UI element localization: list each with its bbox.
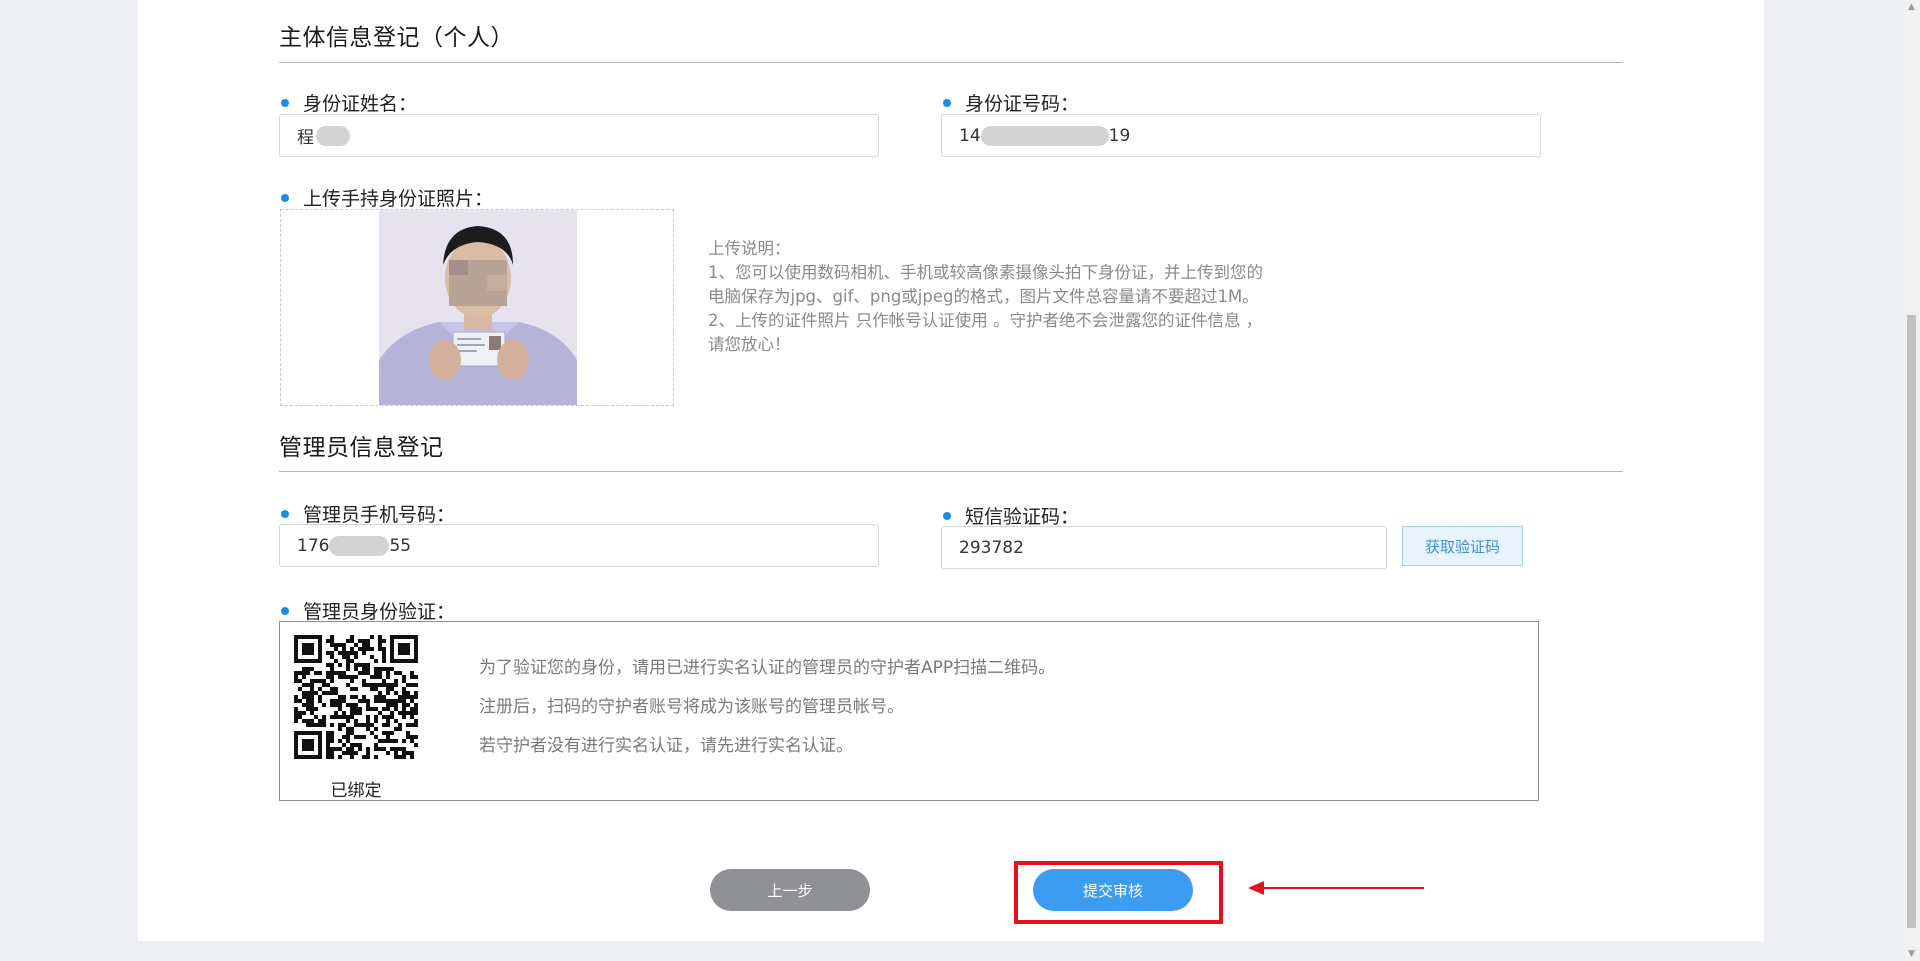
qr-bind-status: 已绑定: [330, 781, 382, 801]
upload-note-line: 电脑保存为jpg、gif、png或jpeg的格式，图片文件总容量请不要超过1M。: [708, 287, 1259, 306]
submit-highlight-box: [1014, 861, 1223, 924]
upload-note-line: 上传说明：: [708, 239, 791, 258]
photo-label: 上传手持身份证照片：: [303, 188, 494, 210]
admin-verify-box: 已绑定 为了验证您的身份，请用已进行实名认证的管理员的守护者APP扫描二维码。 …: [279, 621, 1539, 801]
redaction-blur: [980, 125, 1109, 146]
bullet-dot-icon: [943, 98, 951, 107]
upload-instructions: 上传说明： 1、您可以使用数码相机、手机或较高像素摄像头拍下身份证，并上传到您的…: [708, 237, 1328, 357]
photo-upload-box[interactable]: [280, 209, 674, 406]
scroll-up-icon[interactable]: ▲: [1903, 0, 1920, 14]
admin-divider: [279, 471, 1623, 472]
qr-code-icon[interactable]: [294, 635, 418, 759]
redaction-blur: [329, 535, 390, 556]
id-number-label: 身份证号码：: [965, 93, 1080, 115]
get-sms-code-button[interactable]: 获取验证码: [1402, 526, 1523, 566]
subject-section-title: 主体信息登记（个人）: [279, 25, 514, 51]
admin-phone-input[interactable]: 176 55: [279, 524, 879, 567]
bullet-dot-icon: [281, 509, 289, 518]
vertical-scrollbar[interactable]: ▲ ▼: [1903, 0, 1920, 961]
bullet-dot-icon: [943, 511, 951, 520]
id-name-label: 身份证姓名：: [303, 93, 418, 115]
scroll-down-icon[interactable]: ▼: [1903, 947, 1920, 961]
admin-verify-label-row: 管理员身份验证：: [281, 597, 455, 624]
bullet-dot-icon: [281, 606, 289, 615]
sms-code-value: 293782: [959, 537, 1024, 558]
bullet-dot-icon: [281, 98, 289, 107]
subject-divider: [279, 62, 1623, 63]
id-name-value: 程: [297, 128, 314, 148]
admin-verify-label: 管理员身份验证：: [303, 601, 456, 623]
id-number-input[interactable]: 14 19: [941, 114, 1541, 157]
id-name-label-row: 身份证姓名：: [281, 89, 417, 116]
scroll-thumb[interactable]: [1907, 315, 1916, 928]
id-number-suffix: 19: [1108, 125, 1131, 146]
verify-instruction-line: 若守护者没有进行实名认证，请先进行实名认证。: [479, 736, 853, 756]
verify-instruction-line: 为了验证您的身份，请用已进行实名认证的管理员的守护者APP扫描二维码。: [479, 658, 1056, 678]
verify-instruction-line: 注册后，扫码的守护者账号将成为该账号的管理员帐号。: [479, 697, 904, 717]
admin-phone-label: 管理员手机号码：: [303, 504, 456, 526]
redaction-blur: [316, 125, 350, 146]
bullet-dot-icon: [281, 193, 289, 202]
qr-code-graphic: [294, 635, 418, 759]
admin-phone-suffix: 55: [389, 535, 412, 556]
previous-step-button[interactable]: 上一步: [710, 869, 870, 911]
id-holding-photo: [379, 210, 577, 405]
id-number-label-row: 身份证号码：: [943, 89, 1079, 116]
photo-label-row: 上传手持身份证照片：: [281, 184, 493, 211]
sms-code-input[interactable]: 293782: [941, 526, 1387, 569]
upload-note-line: 2、上传的证件照片 只作帐号认证使用 。守护者绝不会泄露您的证件信息 ，: [708, 311, 1263, 330]
id-name-input[interactable]: 程: [279, 114, 879, 157]
sms-code-label: 短信验证码：: [965, 506, 1080, 528]
person-photo-illustration: [379, 210, 577, 405]
upload-note-line: 1、您可以使用数码相机、手机或较高像素摄像头拍下身份证，并上传到您的: [708, 263, 1263, 282]
admin-section-title: 管理员信息登记: [279, 435, 444, 461]
admin-phone-label-row: 管理员手机号码：: [281, 500, 455, 527]
red-arrow-icon: [1248, 881, 1424, 895]
admin-phone-prefix: 176: [297, 535, 330, 556]
sms-code-label-row: 短信验证码：: [943, 502, 1079, 529]
upload-note-line: 请您放心！: [708, 335, 791, 354]
id-number-prefix: 14: [959, 125, 981, 146]
